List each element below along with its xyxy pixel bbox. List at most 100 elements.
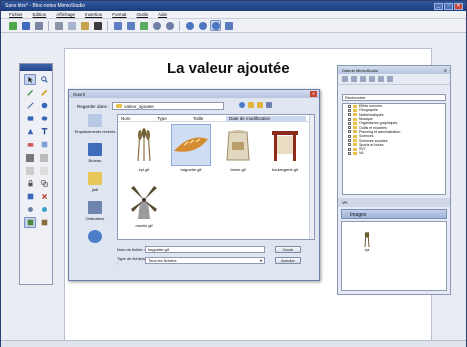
next-page-button[interactable] (164, 20, 175, 31)
menu-aide[interactable]: Aide (158, 12, 167, 17)
column-name[interactable]: Nom (118, 116, 154, 121)
zoom-out-icon (198, 21, 207, 30)
cancel-button[interactable]: Annuler (275, 257, 301, 264)
zoom-tool[interactable] (38, 74, 50, 85)
spotlight-tool[interactable] (24, 204, 36, 215)
place-desktop[interactable]: Bureau (74, 143, 116, 163)
menu-fichier[interactable]: Fichier (9, 12, 23, 17)
maximize-button[interactable]: ▫ (444, 2, 453, 10)
pen-tool[interactable] (24, 87, 36, 98)
previous-page-button[interactable] (151, 20, 162, 31)
screen-button[interactable] (223, 20, 234, 31)
zoom-out-button[interactable] (197, 20, 208, 31)
menu-insertion[interactable]: Insertion (85, 12, 102, 17)
undo-button[interactable] (112, 20, 123, 31)
place-label: Ordinateur (85, 216, 105, 221)
recorder-tool[interactable] (38, 204, 50, 215)
column-type[interactable]: Type (154, 116, 190, 121)
cut-button[interactable] (53, 20, 64, 31)
insert-page-button[interactable] (138, 20, 149, 31)
gallery-back-icon[interactable] (351, 76, 357, 82)
print-button[interactable] (33, 20, 44, 31)
file-item[interactable]: boulangerie.gif (263, 125, 307, 177)
line-color-tool[interactable] (38, 152, 50, 163)
line-color-icon (40, 153, 48, 162)
close-icon[interactable]: ✕ (444, 68, 450, 73)
save-button[interactable] (20, 20, 31, 31)
back-icon[interactable] (239, 102, 245, 108)
folder-icon (353, 113, 357, 117)
text-tool[interactable] (38, 126, 50, 137)
close-button[interactable]: ✕ (454, 2, 463, 10)
redo-button[interactable] (125, 20, 136, 31)
gallery-view-icon[interactable] (387, 76, 393, 82)
zoom-fit-button[interactable] (210, 20, 221, 31)
line-width-tool[interactable] (24, 165, 36, 176)
transparency-tool[interactable] (38, 165, 50, 176)
place-recent[interactable]: Emplacements récents (74, 114, 116, 134)
column-date[interactable]: Date de modification (226, 115, 306, 121)
copy-button[interactable] (66, 20, 77, 31)
highlighter-tool[interactable] (38, 87, 50, 98)
file-list-scrollbar[interactable] (309, 115, 314, 239)
screen-shade-tool[interactable] (24, 191, 36, 202)
delete-tool[interactable] (38, 191, 50, 202)
new-button[interactable] (7, 20, 18, 31)
tree-item[interactable]: VA (343, 151, 445, 155)
gallery-home-icon[interactable] (342, 76, 348, 82)
menu-edition[interactable]: Edition (33, 12, 47, 17)
gallery-delete-icon[interactable] (369, 76, 375, 82)
place-computer[interactable]: Ordinateur (74, 201, 116, 221)
gallery-images-category[interactable]: Images (341, 209, 447, 219)
delete-icon (93, 21, 102, 30)
dialog-title-bar[interactable]: Ouvrir ✕ (69, 90, 319, 98)
up-folder-icon[interactable] (248, 102, 254, 108)
dialog-close-button[interactable]: ✕ (310, 91, 317, 97)
save-icon (21, 21, 30, 30)
gallery-import-icon[interactable] (378, 76, 384, 82)
new-folder-icon[interactable] (257, 102, 263, 108)
screen-icon (224, 21, 233, 30)
rectangle-tool[interactable] (24, 113, 36, 124)
folder-icon (353, 134, 357, 138)
gallery-copy-icon[interactable] (360, 76, 366, 82)
eraser-tool[interactable] (24, 139, 36, 150)
menu-affichage[interactable]: Affichage (56, 12, 75, 17)
views-menu-icon[interactable] (266, 102, 272, 108)
select-tool[interactable] (24, 74, 36, 85)
line-tool[interactable] (24, 100, 36, 111)
delete-button[interactable] (92, 20, 103, 31)
place-network[interactable] (74, 230, 116, 245)
open-button[interactable]: Ouvrir (275, 246, 301, 253)
folder-icon (353, 151, 357, 155)
gallery-tool[interactable] (24, 217, 36, 228)
place-user[interactable]: jadi (74, 172, 116, 192)
look-in-dropdown[interactable]: valeur_ajoutee (112, 102, 225, 110)
file-item[interactable]: epi.gif (122, 125, 166, 177)
filetype-select[interactable]: Tous les fichiers ▾ (145, 257, 265, 264)
menu-outils[interactable]: Outils (137, 12, 149, 17)
image-tool[interactable] (38, 139, 50, 150)
fill-tool[interactable] (24, 152, 36, 163)
zoom-in-button[interactable] (184, 20, 195, 31)
menu-format[interactable]: Format (112, 12, 126, 17)
palette-title-bar[interactable] (20, 64, 52, 71)
shape-tool[interactable] (38, 113, 50, 124)
place-label: jadi (91, 187, 99, 192)
gallery-search-input[interactable]: Rechercher (342, 94, 446, 101)
file-item[interactable]: moulin.gif (122, 181, 166, 233)
ellipse-tool[interactable] (38, 100, 50, 111)
minimize-button[interactable]: _ (434, 2, 443, 10)
lock-tool[interactable] (24, 178, 36, 189)
page-title[interactable]: La valeur ajoutée (167, 60, 290, 77)
applications-tool[interactable] (38, 217, 50, 228)
file-item[interactable]: farine.gif (216, 125, 260, 177)
gallery-title-bar[interactable]: Galerie MimioStudio ✕ (338, 66, 450, 74)
group-tool[interactable] (38, 178, 50, 189)
triangle-tool[interactable] (24, 126, 36, 137)
file-item[interactable]: baguette.gif (169, 124, 213, 177)
column-size[interactable]: Taille (190, 116, 226, 121)
paste-button[interactable] (79, 20, 90, 31)
gallery-item[interactable]: epi (362, 230, 372, 252)
filename-input[interactable]: baguette.gif (145, 246, 265, 253)
